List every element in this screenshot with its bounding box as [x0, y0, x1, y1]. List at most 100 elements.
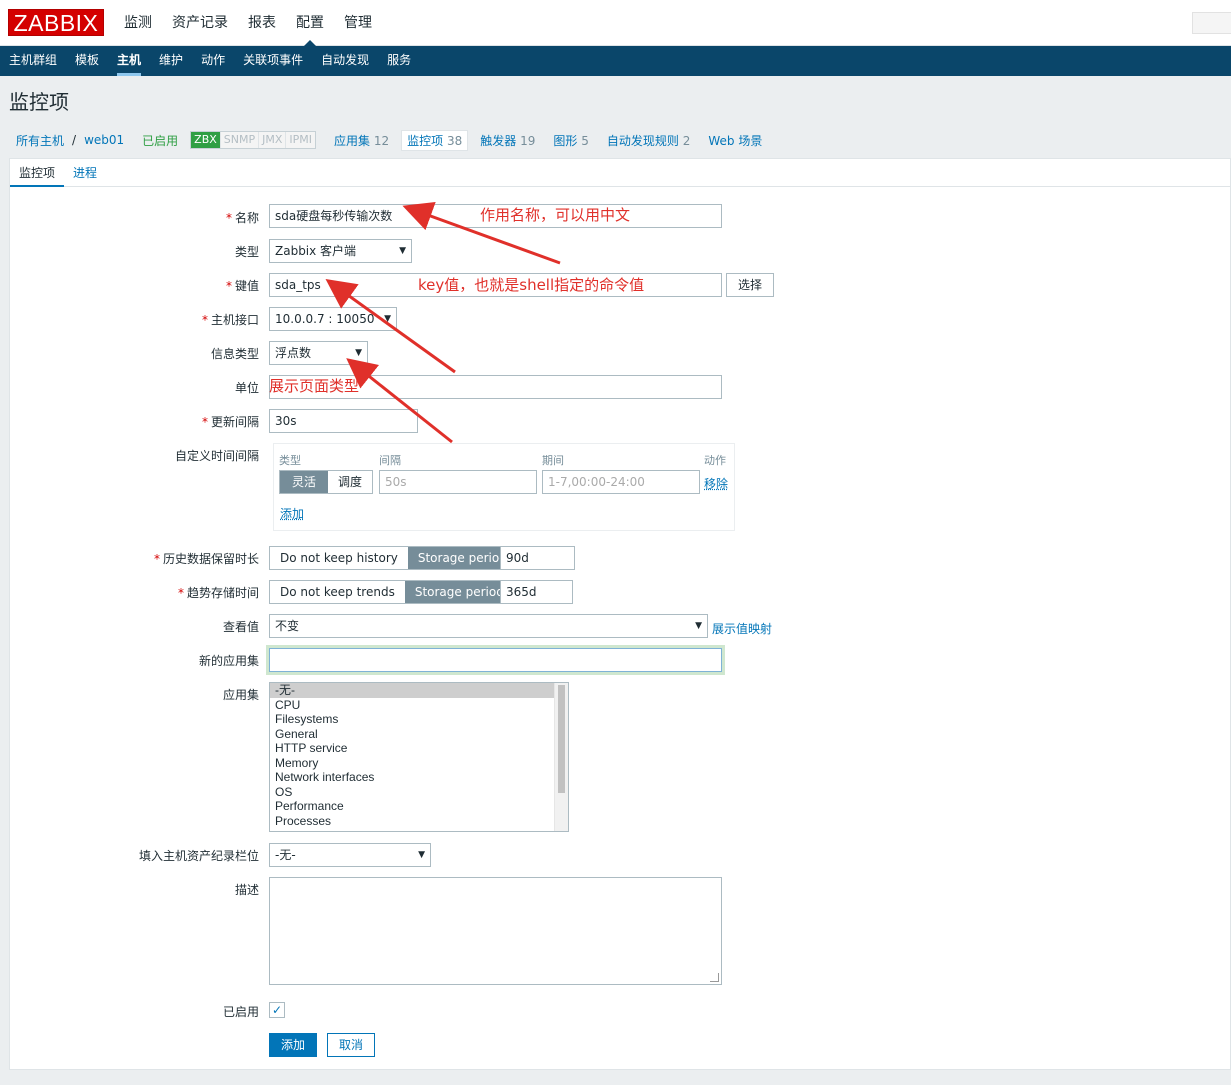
trends-toggle: Do not keep trends Storage period [269, 580, 515, 604]
breadcrumb-host[interactable]: web01 [84, 133, 124, 147]
tab-preprocessing[interactable]: 进程 [64, 159, 106, 187]
trends-label: * 趋势存储时间 [177, 586, 259, 600]
interval-label: * 更新间隔 [201, 415, 259, 429]
value-mapping-link[interactable]: 展示值映射 [712, 620, 772, 637]
info-type-label: 信息类型 [210, 347, 259, 361]
interface-label: * 主机接口 [201, 313, 259, 327]
trends-input[interactable]: 365d [500, 580, 573, 604]
annotation-type: 展示页面类型 [269, 377, 360, 395]
enabled-checkbox[interactable]: ✓ [269, 1002, 285, 1018]
col-interval: 间隔 [379, 454, 401, 467]
main-menu: 监测 资产记录 报表 配置 管理 [114, 0, 382, 46]
custom-intervals-box: 类型 间隔 期间 动作 灵活 调度 50s 1-7,00:00-24:00 移除… [273, 443, 735, 531]
description-textarea[interactable] [269, 877, 722, 985]
type-select[interactable]: Zabbix 客户端 [269, 239, 412, 263]
app-option[interactable]: Filesystems [270, 712, 554, 727]
app-option[interactable]: Performance [270, 799, 554, 814]
cancel-button[interactable]: 取消 [327, 1033, 375, 1057]
remove-interval-link[interactable]: 移除 [704, 475, 728, 492]
app-option[interactable]: Processes [270, 814, 554, 829]
mode-scheduling[interactable]: 调度 [328, 471, 373, 493]
inventory-select[interactable]: -无- [269, 843, 431, 867]
link-items-count: 38 [447, 133, 463, 148]
top-bar: ZABBIX 监测 资产记录 报表 配置 管理 [0, 0, 1231, 46]
page-title: 监控项 [9, 90, 69, 114]
tag-ipmi: IPMI [286, 132, 316, 148]
submenu-actions[interactable]: 动作 [192, 46, 234, 76]
menu-reports[interactable]: 报表 [238, 0, 286, 46]
interval-mode-toggle: 灵活 调度 [279, 470, 374, 494]
interface-select[interactable]: 10.0.0.7 : 10050 [269, 307, 397, 331]
submenu-discovery[interactable]: 自动发现 [312, 46, 378, 76]
breadcrumb: 所有主机 / web01 已启用 ZBX SNMP JMX IPMI 应用集 1… [16, 129, 762, 151]
new-app-label: 新的应用集 [198, 654, 259, 668]
link-items-label: 监控项 [407, 133, 444, 148]
link-applications-count: 12 [373, 133, 390, 148]
history-do-not-keep[interactable]: Do not keep history [270, 547, 408, 569]
submenu-host-groups[interactable]: 主机群组 [0, 46, 66, 76]
applications-listbox[interactable]: -无- CPU Filesystems General HTTP service… [269, 682, 569, 832]
col-period: 期间 [542, 454, 564, 467]
link-discovery-count: 2 [682, 133, 691, 148]
description-label: 描述 [234, 883, 259, 897]
name-label: * 名称 [225, 211, 259, 225]
app-option[interactable]: Memory [270, 756, 554, 771]
link-graphs-count: 5 [581, 133, 589, 148]
col-type: 类型 [279, 454, 301, 467]
custom-intervals-label: 自定义时间间隔 [174, 449, 259, 463]
add-button[interactable]: 添加 [269, 1033, 317, 1057]
mode-flexible[interactable]: 灵活 [280, 471, 329, 493]
menu-configuration[interactable]: 配置 [286, 0, 334, 46]
trends-storage-period[interactable]: Storage period [404, 581, 514, 603]
link-graphs[interactable]: 图形 5 [553, 132, 588, 149]
history-input[interactable]: 90d [500, 546, 575, 570]
app-option[interactable]: Network interfaces [270, 770, 554, 785]
apps-label: 应用集 [222, 688, 259, 702]
form-tabs: 监控项 进程 [10, 159, 1230, 187]
menu-monitoring[interactable]: 监测 [114, 0, 162, 46]
app-option[interactable]: CPU [270, 698, 554, 713]
key-select-button[interactable]: 选择 [726, 273, 774, 297]
submenu-maintenance[interactable]: 维护 [150, 46, 192, 76]
link-graphs-label: 图形 [553, 133, 578, 148]
zabbix-logo[interactable]: ZABBIX [8, 9, 104, 36]
history-toggle: Do not keep history Storage period [269, 546, 518, 570]
submenu-templates[interactable]: 模板 [66, 46, 108, 76]
link-discovery-rules[interactable]: 自动发现规则 2 [607, 132, 690, 149]
submenu-correlation[interactable]: 关联项事件 [234, 46, 312, 76]
link-web-scenarios[interactable]: Web 场景 [708, 132, 762, 149]
info-type-select[interactable]: 浮点数 [269, 341, 368, 365]
unit-label: 单位 [234, 381, 259, 395]
link-items[interactable]: 监控项 38 [401, 129, 469, 151]
tag-jmx: JMX [259, 132, 287, 148]
trends-do-not-keep[interactable]: Do not keep trends [270, 581, 405, 603]
tag-zbx: ZBX [191, 132, 221, 148]
app-option[interactable]: OS [270, 785, 554, 800]
host-status[interactable]: 已启用 [142, 132, 178, 149]
app-option[interactable]: General [270, 727, 554, 742]
menu-inventory[interactable]: 资产记录 [162, 0, 238, 46]
link-triggers[interactable]: 触发器 19 [480, 132, 535, 149]
tab-item[interactable]: 监控项 [10, 159, 65, 187]
show-value-select[interactable]: 不变 [269, 614, 708, 638]
add-interval-link[interactable]: 添加 [280, 505, 304, 522]
interval-input[interactable]: 30s [269, 409, 418, 433]
submenu-services[interactable]: 服务 [378, 46, 420, 76]
app-option[interactable]: HTTP service [270, 741, 554, 756]
submenu-hosts[interactable]: 主机 [108, 46, 150, 76]
custom-interval-input[interactable]: 50s [379, 470, 537, 494]
app-option[interactable]: -无- [270, 683, 554, 698]
type-label: 类型 [234, 245, 259, 259]
annotation-key: key值，也就是shell指定的命令值 [418, 276, 645, 294]
link-applications-label: 应用集 [334, 133, 371, 148]
search-input[interactable] [1192, 12, 1231, 34]
tag-snmp: SNMP [220, 132, 260, 148]
new-app-input[interactable] [269, 648, 722, 672]
link-applications[interactable]: 应用集 12 [334, 132, 389, 149]
scrollbar-thumb[interactable] [558, 685, 565, 793]
history-label: * 历史数据保留时长 [153, 552, 259, 566]
custom-period-input[interactable]: 1-7,00:00-24:00 [542, 470, 700, 494]
menu-administration[interactable]: 管理 [334, 0, 382, 46]
listbox-scrollbar[interactable] [554, 683, 568, 831]
breadcrumb-all-hosts[interactable]: 所有主机 [16, 132, 64, 149]
